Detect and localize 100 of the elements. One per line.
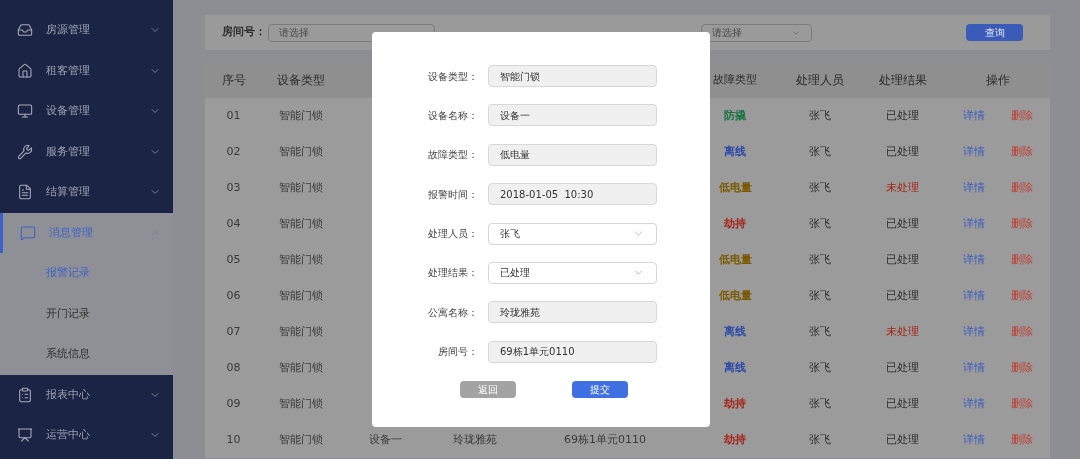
input-field[interactable]: 玲珑雅苑 (488, 301, 657, 324)
input-field[interactable]: 2018-01-05 10:30 (488, 183, 657, 206)
delete-link[interactable]: 删除 (1010, 431, 1033, 449)
table-cell-text: 张飞 (809, 359, 831, 376)
fault-type: 劫持 (724, 395, 746, 412)
table-cell-text: 10 (226, 431, 241, 448)
table-cell-text: 09 (226, 395, 241, 412)
clipboard-icon (17, 386, 33, 403)
select-field[interactable]: 已处理 (488, 261, 657, 284)
submenu-item[interactable]: 系统信息 (0, 334, 173, 375)
details-link[interactable]: 详情 (962, 395, 985, 413)
column-header: 处理人员 (796, 72, 844, 89)
sidebar-item[interactable]: 服务管理 (0, 131, 173, 172)
fault-type: 离线 (724, 143, 746, 160)
details-link[interactable]: 详情 (962, 215, 985, 233)
fault-type: 低电量 (718, 287, 752, 304)
table-cell-text: 03 (226, 179, 241, 196)
table-cell-text: 智能门锁 (279, 359, 323, 376)
field-label: 房间号： (437, 345, 478, 360)
details-link[interactable]: 详情 (962, 179, 985, 197)
delete-link[interactable]: 删除 (1010, 143, 1033, 161)
inbox-icon (17, 22, 33, 39)
field-label: 公寓名称： (427, 305, 478, 320)
wrench-icon (17, 143, 33, 160)
table-cell-text: 08 (226, 359, 241, 376)
column-header: 序号 (221, 72, 246, 89)
input-field[interactable]: 低电量 (488, 143, 657, 166)
column-header: 故障类型 (713, 71, 757, 88)
field-label: 报警时间： (427, 187, 478, 202)
table-cell-text: 张飞 (809, 215, 831, 232)
delete-link[interactable]: 删除 (1010, 395, 1033, 413)
table-cell-text: 04 (226, 215, 241, 232)
details-link[interactable]: 详情 (962, 359, 985, 377)
table-cell-text: 智能门锁 (279, 287, 323, 304)
table-cell-text: 智能门锁 (279, 215, 323, 232)
result-status: 已处理 (886, 215, 919, 232)
table-cell-text: 智能门锁 (279, 107, 323, 124)
details-link[interactable]: 详情 (962, 143, 985, 161)
table-cell-text: 玲珑雅苑 (453, 431, 497, 448)
sidebar-item[interactable]: 运营中心 (0, 415, 173, 456)
sidebar-item[interactable]: 租客管理 (0, 50, 173, 91)
table-cell-text: 张飞 (809, 431, 831, 448)
details-link[interactable]: 详情 (962, 251, 985, 269)
result-status: 已处理 (886, 431, 919, 448)
field-label: 设备名称： (427, 108, 478, 123)
result-status: 未处理 (886, 179, 919, 196)
delete-link[interactable]: 删除 (1010, 359, 1033, 377)
delete-link[interactable]: 删除 (1010, 287, 1033, 305)
presentation-icon (17, 427, 33, 444)
delete-link[interactable]: 删除 (1010, 323, 1033, 341)
input-field[interactable]: 设备一 (488, 104, 657, 127)
table-cell-text: 69栋1单元0110 (564, 431, 646, 448)
table-cell-text: 张飞 (809, 251, 831, 268)
fault-type: 劫持 (724, 431, 746, 448)
select-field[interactable]: 张飞 (488, 222, 657, 245)
table-cell-text: 01 (226, 107, 241, 124)
table-cell-text: 05 (226, 251, 241, 268)
delete-link[interactable]: 删除 (1010, 215, 1033, 233)
field-label: 处理人员： (427, 227, 478, 242)
input-field[interactable]: 智能门锁 (488, 65, 657, 87)
sidebar-item[interactable]: 结算管理 (0, 172, 173, 213)
table-cell-text: 智能门锁 (279, 431, 323, 448)
table-cell-text: 智能门锁 (279, 179, 323, 196)
table-cell-text: 张飞 (809, 107, 831, 124)
result-status: 已处理 (886, 251, 919, 268)
sidebar-item[interactable]: 报表中心 (0, 374, 173, 415)
sidebar-item[interactable]: 消息管理 (0, 212, 173, 253)
table-cell-text: 02 (226, 143, 241, 160)
result-status: 已处理 (886, 287, 919, 304)
house-icon (17, 62, 33, 79)
submenu-item[interactable]: 开门记录 (0, 293, 173, 334)
fault-type: 离线 (724, 323, 746, 340)
details-link[interactable]: 详情 (962, 431, 985, 449)
input-field[interactable]: 69栋1单元0110 (488, 340, 657, 363)
details-link[interactable]: 详情 (962, 107, 985, 125)
delete-link[interactable]: 删除 (1010, 107, 1033, 125)
details-link[interactable]: 详情 (962, 323, 985, 341)
delete-link[interactable]: 删除 (1010, 179, 1033, 197)
document-icon (17, 184, 33, 201)
details-link[interactable]: 详情 (962, 287, 985, 305)
fault-type: 低电量 (718, 251, 752, 268)
submenu-item[interactable]: 报警记录 (0, 253, 173, 294)
fault-type: 低电量 (718, 179, 752, 196)
table-cell-text: 张飞 (809, 395, 831, 412)
table-cell-text: 张飞 (809, 323, 831, 340)
column-header: 设备类型 (277, 72, 325, 89)
table-cell-text: 智能门锁 (279, 251, 323, 268)
table-cell-text: 张飞 (809, 179, 831, 196)
room-label: 房间号： (222, 24, 267, 41)
result-status: 已处理 (886, 359, 919, 376)
field-label: 设备类型： (427, 69, 478, 84)
table-cell-text: 智能门锁 (279, 143, 323, 160)
field-label: 故障类型： (427, 148, 478, 163)
search-button[interactable]: 查询 (966, 24, 1023, 41)
submit-button[interactable]: 提交 (572, 380, 628, 398)
sidebar-item[interactable]: 房源管理 (0, 10, 173, 51)
sidebar-item[interactable]: 设备管理 (0, 91, 173, 132)
delete-link[interactable]: 删除 (1010, 251, 1033, 269)
table-cell-text: 07 (226, 323, 241, 340)
result-status: 未处理 (886, 323, 919, 340)
